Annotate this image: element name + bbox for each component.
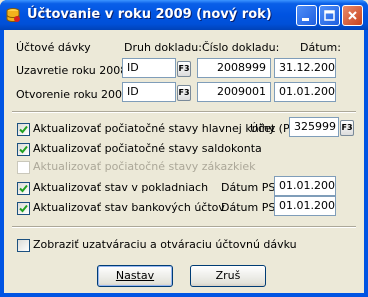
opening-doc-type-lookup-button[interactable]: F3 (177, 85, 191, 101)
update-balances-checkbox[interactable] (17, 143, 30, 156)
cancel-button-label: Zruš (215, 269, 241, 282)
opening-year-label: Otvorenie roku 2009: (16, 88, 133, 101)
closing-date-field[interactable]: 31.12.2008 (274, 58, 336, 78)
separator (12, 226, 356, 228)
closing-doc-type-lookup-button[interactable]: F3 (177, 61, 191, 77)
update-cashdesk-checkbox[interactable] (17, 182, 30, 195)
date-header: Dátum: (300, 41, 341, 54)
maximize-button[interactable] (319, 5, 340, 26)
window-title: Účtovanie v roku 2009 (nový rok) (27, 7, 272, 22)
show-batch-checkbox[interactable] (17, 239, 30, 252)
account-field[interactable]: 325999 (289, 117, 339, 137)
closing-doc-type-field[interactable]: ID (122, 58, 176, 78)
bank-date-field[interactable]: 01.01.2009 (274, 196, 336, 216)
update-bank-label: Aktualizovať stav bankových účtov (33, 201, 225, 214)
show-batch-label: Zobraziť uzatváraciu a otváraciu účtovnú… (33, 238, 297, 251)
update-orders-checkbox (17, 161, 30, 174)
update-orders-label: Aktualizovať počiatočné stavy zákazkiek (33, 160, 256, 173)
update-bank-checkbox[interactable] (17, 202, 30, 215)
closing-doc-number-field[interactable]: 2008999 (197, 58, 271, 78)
doc-number-header: Číslo dokladu: (202, 41, 280, 54)
database-icon (5, 7, 21, 23)
dialog-window: Účtovanie v roku 2009 (nový rok) Účtové … (0, 0, 368, 297)
minimize-button[interactable] (296, 5, 317, 26)
dialog-body: Účtové dávky Druh dokladu: Číslo dokladu… (4, 30, 364, 293)
update-cashdesk-label: Aktualizovať stav v pokladniach (33, 181, 209, 194)
cancel-button[interactable]: Zruš (190, 265, 266, 287)
opening-date-field[interactable]: 01.01.2009 (274, 82, 336, 102)
cashdesk-date-field[interactable]: 01.01.2009 (274, 176, 336, 196)
opening-doc-number-field[interactable]: 2009001 (197, 82, 271, 102)
closing-year-label: Uzavretie roku 2008: (16, 64, 131, 77)
doc-type-header: Druh dokladu: (124, 41, 202, 54)
update-balances-label: Aktualizovať počiatočné stavy saldokonta (33, 142, 262, 155)
separator (12, 111, 356, 113)
opening-doc-type-field[interactable]: ID (122, 82, 176, 102)
title-bar[interactable]: Účtovanie v roku 2009 (nový rok) (0, 0, 368, 30)
set-button-label: Nastav (115, 269, 155, 282)
cashdesk-date-label: Dátum PS: (221, 181, 280, 194)
set-button[interactable]: Nastav (97, 265, 173, 287)
bank-date-label: Dátum PS: (221, 201, 280, 214)
update-ledger-checkbox[interactable] (17, 123, 30, 136)
update-ledger-label: Aktualizovať počiatočné stavy hlavnej kn… (33, 122, 276, 135)
close-button[interactable] (342, 5, 363, 26)
batches-header: Účtové dávky (16, 41, 91, 54)
account-lookup-button[interactable]: F3 (340, 120, 354, 136)
